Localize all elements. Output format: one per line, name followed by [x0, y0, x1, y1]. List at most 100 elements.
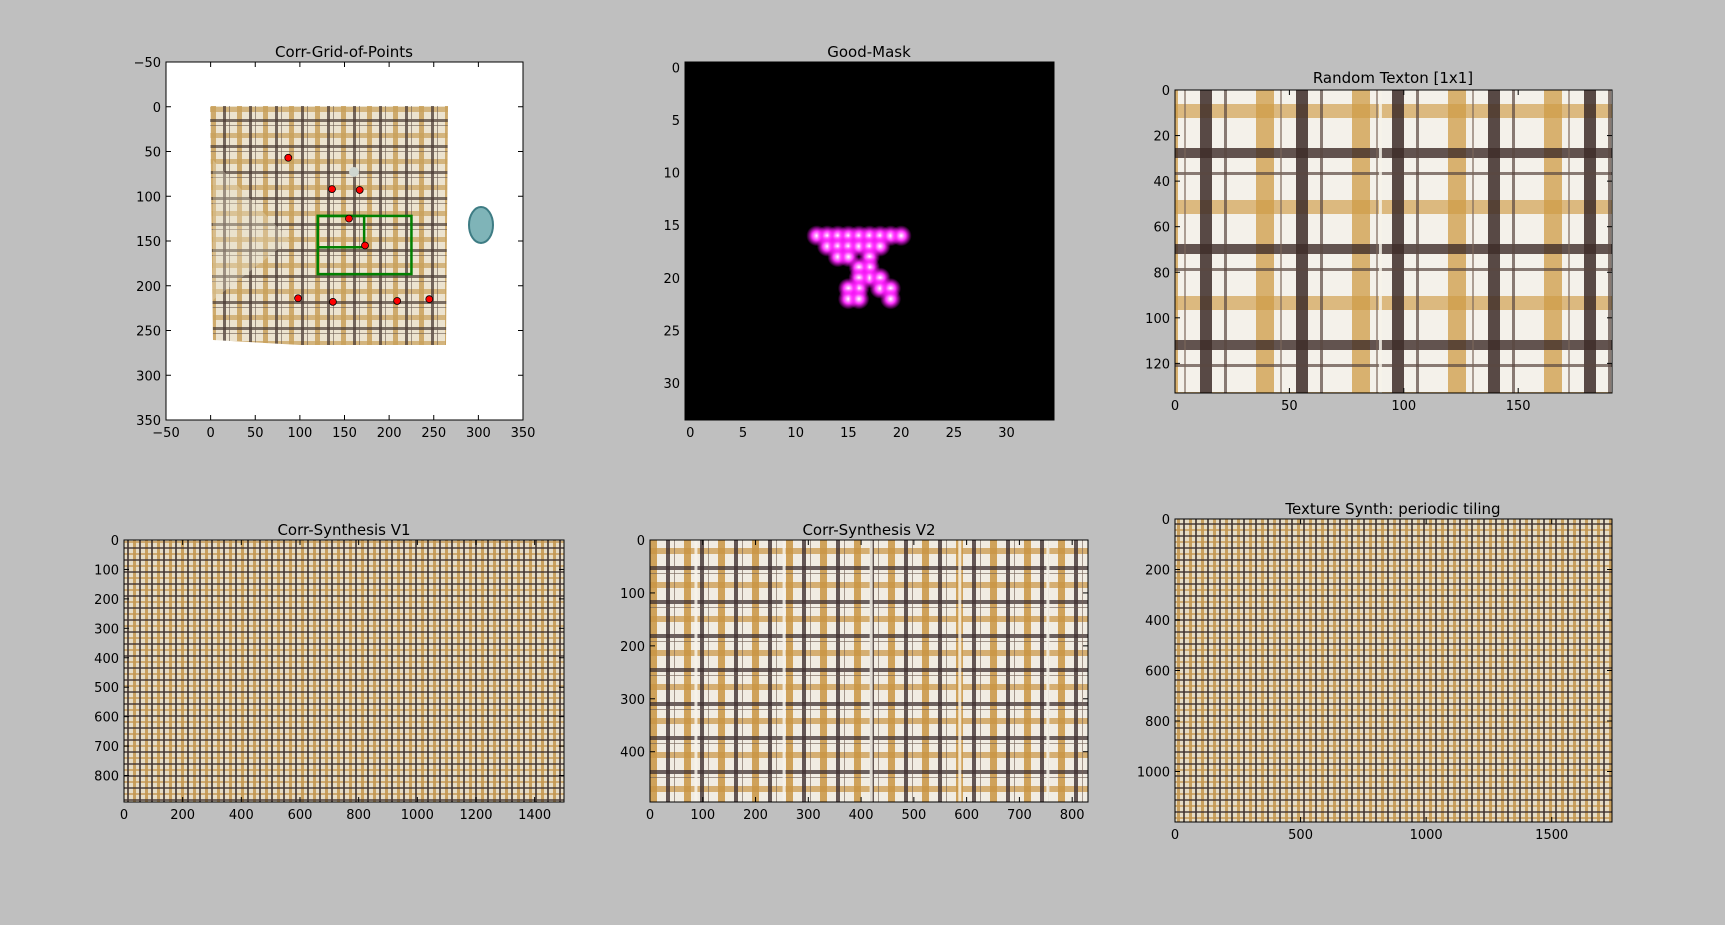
y-tick-label: 5 [672, 114, 680, 129]
panel-corr-grid-of-points: Corr-Grid-of-Points −50 0 50 100 150 200 250 30… [134, 43, 536, 441]
x-tick-label: 200 [170, 808, 195, 823]
x-tick-label: 500 [901, 808, 926, 823]
x-tick-label: 0 [1171, 828, 1179, 843]
x-tick-label: 350 [511, 426, 536, 441]
y-tick-label: 150 [136, 235, 161, 250]
x-tick-label: 500 [1288, 828, 1313, 843]
panel-title: Corr-Synthesis V1 [277, 521, 410, 539]
y-tick-label: 0 [637, 534, 645, 549]
y-tick-label: −50 [134, 56, 161, 71]
x-tick-label: 200 [743, 808, 768, 823]
y-tick-label: 1000 [1137, 766, 1170, 781]
x-tick-label: 30 [998, 426, 1015, 441]
y-tick-label: 400 [94, 652, 119, 667]
panel-title: Corr-Synthesis V2 [802, 521, 935, 539]
y-tick-label: 15 [663, 219, 680, 234]
mask-pixel [880, 288, 902, 310]
y-tick-label: 0 [1162, 84, 1170, 99]
y-tick-label: 120 [1145, 357, 1170, 372]
y-tick-label: 400 [1145, 614, 1170, 629]
x-tick-label: 0 [686, 426, 694, 441]
y-tick-label: 600 [94, 711, 119, 726]
x-tick-label: 100 [690, 808, 715, 823]
y-tick-label: 200 [620, 640, 645, 655]
panel-random-texton: Random Texton [1x1] 0 50 100 150 0 20 40 60 80 10… [1145, 69, 1613, 414]
grid-point [355, 186, 364, 194]
x-tick-label: 1200 [459, 808, 492, 823]
y-tick-label: 200 [136, 280, 161, 295]
patch-seam [782, 540, 786, 802]
x-tick-label: 300 [796, 808, 821, 823]
tiling-image [1175, 519, 1612, 822]
x-tick-label: 1000 [1410, 828, 1443, 843]
y-tick-label: 60 [1153, 221, 1170, 236]
patch-seam [1378, 90, 1382, 393]
figure-canvas: Corr-Grid-of-Points −50 0 50 100 150 200 250 30… [94, 43, 1613, 843]
x-tick-label: 250 [421, 426, 446, 441]
y-tick-label: 600 [1145, 665, 1170, 680]
x-tick-label: 25 [946, 426, 963, 441]
x-tick-label: 1500 [1535, 828, 1568, 843]
x-tick-label: 700 [1007, 808, 1032, 823]
y-tick-label: 500 [94, 681, 119, 696]
y-tick-label: 0 [672, 61, 680, 76]
x-tick-label: 20 [893, 426, 910, 441]
patch-seam [958, 540, 962, 802]
panel-good-mask: Good-Mask 0 5 10 15 20 25 30 0 5 10 15 20 25 30 [663, 43, 1055, 441]
y-tick-label: 250 [136, 325, 161, 340]
y-tick-label: 0 [153, 101, 161, 116]
x-tick-label: 100 [287, 426, 312, 441]
x-tick-label: 150 [1506, 399, 1531, 414]
x-tick-label: 1000 [401, 808, 434, 823]
y-tick-label: 800 [94, 770, 119, 785]
synthesis-image [650, 540, 1088, 802]
y-tick-label: 700 [94, 740, 119, 755]
grid-point [361, 241, 369, 250]
x-tick-label: 800 [346, 808, 371, 823]
y-tick-label: 50 [144, 146, 161, 161]
patch-seam [694, 540, 698, 802]
y-tick-label: 300 [94, 622, 119, 637]
y-tick-label: 40 [1153, 175, 1170, 190]
y-tick-label: 200 [1145, 564, 1170, 579]
mask-pixel [848, 288, 870, 310]
y-tick-label: 80 [1153, 266, 1170, 281]
patch-seams [1378, 90, 1382, 393]
x-tick-label: 100 [1391, 399, 1416, 414]
x-tick-label: 400 [229, 808, 254, 823]
x-tick-label: 50 [247, 426, 264, 441]
y-tick-label: 0 [1162, 513, 1170, 528]
x-tick-label: 1400 [518, 808, 551, 823]
x-tick-label: 800 [1060, 808, 1085, 823]
panel-title: Random Texton [1x1] [1313, 69, 1473, 87]
x-tick-label: 50 [1281, 399, 1298, 414]
grid-point [345, 214, 353, 223]
y-tick-label: 100 [1145, 312, 1170, 327]
x-tick-label: 0 [120, 808, 128, 823]
grid-point [328, 297, 337, 306]
y-tick-label: 0 [111, 534, 119, 549]
y-tick-label: 20 [663, 272, 680, 287]
x-tick-label: 600 [954, 808, 979, 823]
y-tick-label: 400 [620, 746, 645, 761]
x-tick-label: 0 [1171, 399, 1179, 414]
x-tick-label: 150 [332, 426, 357, 441]
y-tick-label: 25 [663, 325, 680, 340]
grid-point [425, 295, 434, 304]
synthesis-image [124, 540, 564, 802]
y-tick-label: 20 [1153, 130, 1170, 145]
grid-point [393, 297, 402, 305]
x-tick-label: 10 [787, 426, 804, 441]
y-tick-label: 350 [136, 414, 161, 429]
grid-point [328, 185, 336, 193]
y-tick-label: 300 [620, 693, 645, 708]
y-tick-label: 800 [1145, 715, 1170, 730]
x-tick-label: 600 [288, 808, 313, 823]
x-tick-label: 200 [377, 426, 402, 441]
x-tick-label: 300 [466, 426, 491, 441]
y-tick-label: 30 [663, 377, 680, 392]
x-tick-label: 0 [206, 426, 214, 441]
x-tick-label: 5 [739, 426, 747, 441]
mask-pixel [890, 225, 912, 247]
x-tick-label: 0 [646, 808, 654, 823]
